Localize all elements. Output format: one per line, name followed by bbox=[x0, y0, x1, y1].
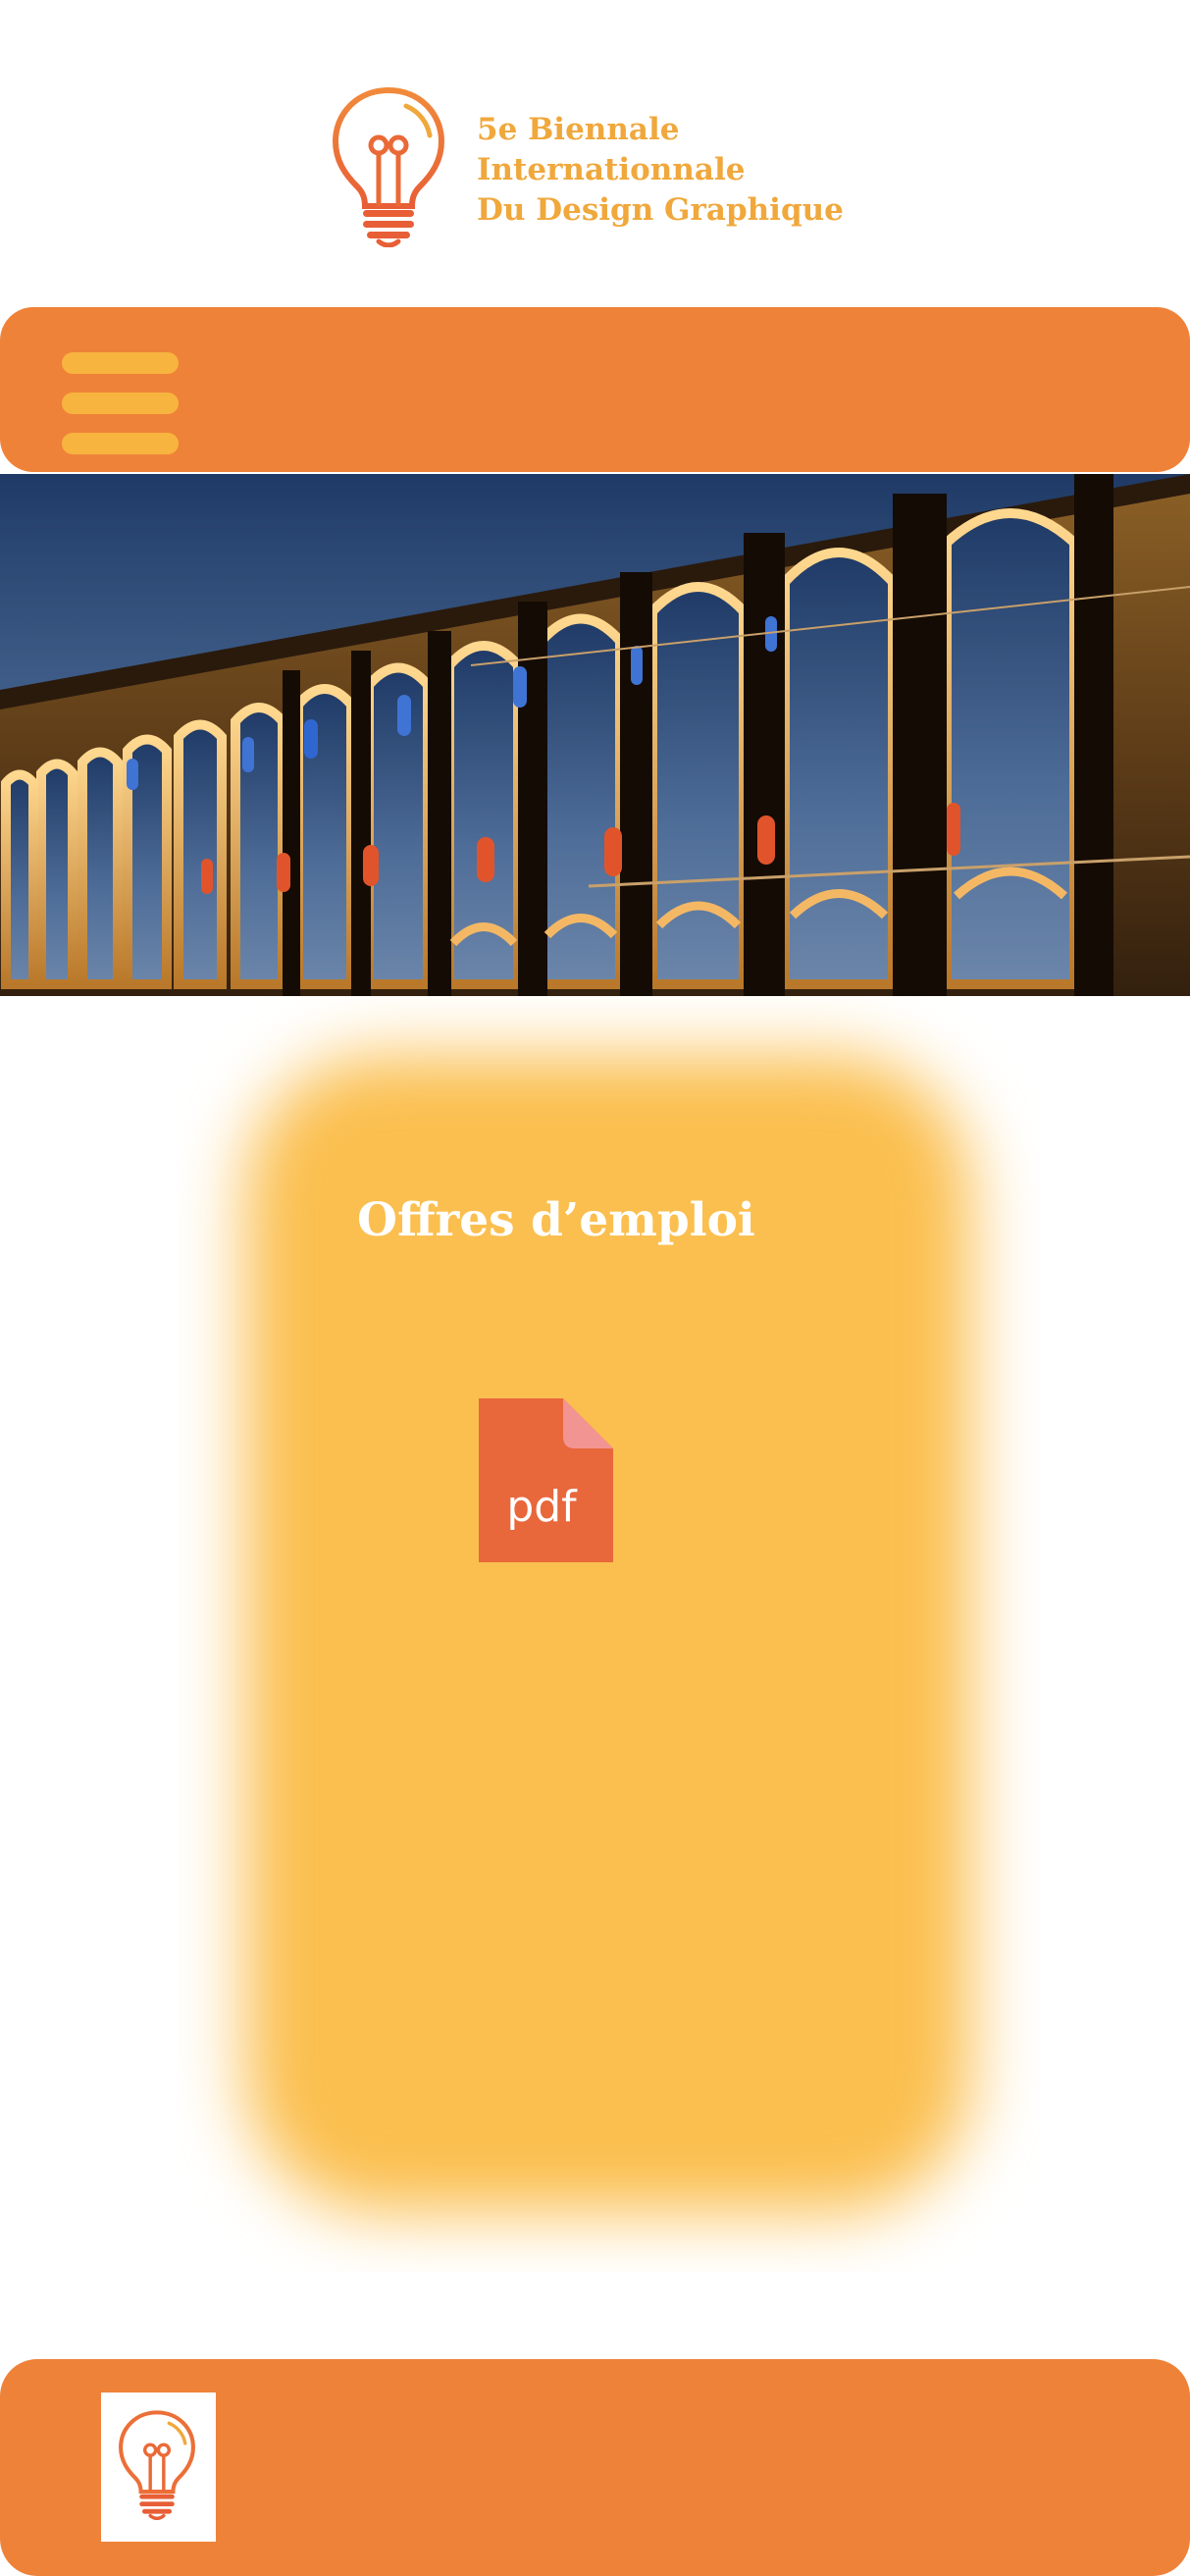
illuminated-aqueduct-photo bbox=[0, 474, 1190, 996]
footer-logo[interactable] bbox=[101, 2392, 216, 2542]
lightbulb-icon bbox=[119, 2410, 195, 2520]
brand-line-2: Internationnale bbox=[477, 152, 746, 187]
lightbulb-icon[interactable] bbox=[330, 84, 447, 247]
pdf-label: pdf bbox=[506, 1482, 578, 1532]
content-card-background bbox=[177, 996, 1040, 2272]
site-footer bbox=[0, 2359, 1190, 2576]
pdf-file-icon[interactable]: pdf bbox=[479, 1398, 613, 1562]
brand-name[interactable]: 5e Biennale Internationnale Du Design Gr… bbox=[477, 110, 844, 231]
menu-bar bbox=[62, 433, 179, 454]
menu-bar bbox=[62, 393, 179, 414]
page-title: Offres d’emploi bbox=[357, 1193, 755, 1248]
menu-bar bbox=[62, 352, 179, 374]
brand-line-3: Du Design Graphique bbox=[477, 192, 844, 228]
hero-image bbox=[0, 474, 1190, 996]
hamburger-menu-icon[interactable] bbox=[62, 337, 179, 454]
nav-bar bbox=[0, 307, 1190, 472]
brand-line-1: 5e Biennale bbox=[477, 112, 680, 147]
site-header: 5e Biennale Internationnale Du Design Gr… bbox=[0, 0, 1190, 294]
content-card-glow bbox=[294, 1104, 922, 2164]
